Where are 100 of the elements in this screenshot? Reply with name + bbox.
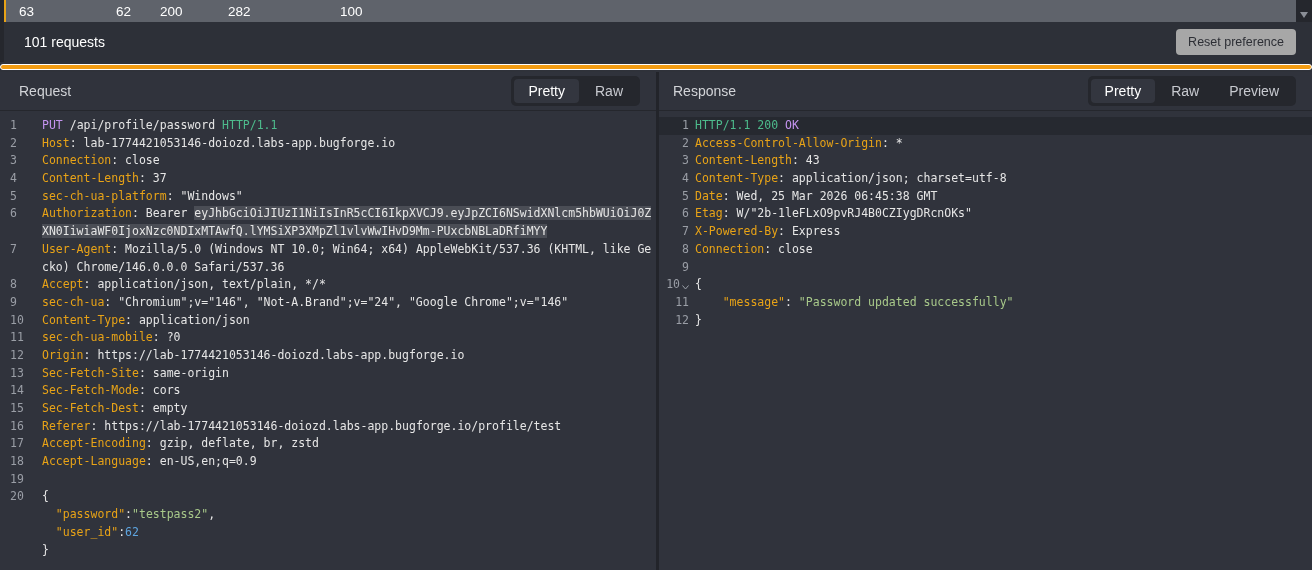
header-name: Sec-Fetch-Dest <box>42 401 139 415</box>
line-number: 1 <box>682 117 689 134</box>
code-text: : application/json, text/plain, */* <box>83 277 326 292</box>
code-text: , <box>208 507 216 522</box>
code-text: /api/profile/password <box>68 118 217 132</box>
header-name: Sec-Fetch-Mode <box>42 383 139 398</box>
scroll-down-icon[interactable] <box>1300 12 1308 18</box>
view-tab[interactable]: Raw <box>581 79 637 103</box>
header-name: Connection <box>42 153 112 168</box>
line-number: 5 <box>10 187 17 205</box>
line-number: 4 <box>682 170 689 188</box>
line-number: 19 <box>10 470 24 488</box>
code-text: : W/"2b-1leFLxO9pvRJ4B0CZIygDRcnOKs" <box>722 206 972 221</box>
table-cell-text: 200 <box>160 3 184 19</box>
code-text: : en-US,en;q=0.9 <box>145 454 257 469</box>
code-text: { <box>695 277 702 292</box>
code-text: : lab-1774421053146-doiozd.labs-app.bugforge.io <box>69 135 396 150</box>
splitter-handle[interactable] <box>0 64 1312 70</box>
http-method: OK <box>785 118 799 132</box>
header-name: Content-Length <box>695 153 792 168</box>
line-number: 11 <box>10 329 24 347</box>
table-row[interactable]: 63 62 200 282 100 <box>4 0 1296 22</box>
code-text: : <box>785 294 793 309</box>
table-cell-text: 282 <box>228 3 252 19</box>
header-name: sec-ch-ua-platform <box>42 188 167 203</box>
view-tab[interactable]: Pretty <box>514 79 579 103</box>
code-text: : 37 <box>138 171 167 186</box>
json-string: "Password updated successfully" <box>798 294 1014 309</box>
json-string: "testpass2" <box>132 507 209 522</box>
line-number: 13 <box>10 364 24 382</box>
line-number: 6 <box>10 205 17 223</box>
line-number: 16 <box>10 417 24 435</box>
line-number: 5 <box>682 187 689 205</box>
selected-text: XN0IiwiaWF0IjoxNzc0NDIxMTAwfQ.lYMSiXP3XMpZl1vlvWwIHvD9Mm-PUxcbNBLaDRfiMYY <box>42 224 548 239</box>
line-number: 1 <box>10 117 17 134</box>
code-text: : Mozilla/5.0 (Windows NT 10.0; Win64; x64) AppleWebKit/537.36 (KHTML, like Ge <box>111 241 652 256</box>
code-text: : ?0 <box>152 330 181 345</box>
header-name: Content-Type <box>42 312 126 327</box>
header-name: Etag <box>695 206 723 221</box>
line-number: 18 <box>10 453 24 471</box>
code-text: } <box>695 312 702 327</box>
table-cell-text: 62 <box>116 3 133 19</box>
header-name: Authorization <box>42 206 132 221</box>
code-text: : <box>118 524 126 539</box>
line-number: 9 <box>10 293 17 311</box>
http-method: PUT <box>42 118 63 132</box>
header-name: sec-ch-ua-mobile <box>42 330 153 345</box>
reset-preference-button[interactable]: Reset preference <box>1176 29 1296 55</box>
line-number: 2 <box>10 134 17 152</box>
code-text: : close <box>764 241 813 256</box>
header-name: sec-ch-ua <box>42 294 105 309</box>
line-number: 4 <box>10 170 17 188</box>
view-tab[interactable]: Raw <box>1157 79 1214 103</box>
code-text: : empty <box>138 401 188 415</box>
request-count: 101 requests <box>24 34 105 50</box>
http-version: HTTP/1.1 200 <box>695 118 780 132</box>
line-number: 15 <box>10 400 24 417</box>
code-text: : same-origin <box>138 365 229 380</box>
code-text: : * <box>881 135 903 150</box>
json-key: "password" <box>55 507 126 522</box>
code-text: : <box>125 507 133 522</box>
code-text: : Express <box>778 224 841 239</box>
header-name: Accept <box>42 277 84 292</box>
header-name: Content-Length <box>42 171 139 186</box>
line-number: 3 <box>10 152 17 170</box>
table-cell: 100 <box>340 3 363 19</box>
json-number: 62 <box>125 524 139 539</box>
line-number: 10 <box>666 276 680 294</box>
fold-caret-icon[interactable] <box>682 284 689 290</box>
code-text: : https://lab-1774421053146-doiozd.labs-app.bugforge.io/profile/test <box>90 418 562 433</box>
json-key: "message" <box>722 294 785 309</box>
view-tab[interactable]: Pretty <box>1090 79 1156 103</box>
code-text: : close <box>111 153 160 168</box>
line-number: 6 <box>682 205 689 223</box>
header-name: Date <box>695 188 723 203</box>
code-text: : application/json; charset=utf-8 <box>778 171 1007 186</box>
table-cell-text: 63 <box>19 3 36 19</box>
line-number: 7 <box>10 240 17 258</box>
line-number: 7 <box>682 223 689 241</box>
selected-text: eyJhbGciOiJIUzI1NiIsInR5cCI6IkpXVCJ9.eyJpZCI6NSwidXNlcm5hbWUiOiJ0Z <box>194 206 652 221</box>
code-text: : cors <box>138 383 181 398</box>
header-name: Access-Control-Allow-Origin <box>695 135 882 150</box>
line-number: 11 <box>675 293 689 311</box>
view-tab[interactable]: Preview <box>1215 79 1293 103</box>
header-name: User-Agent <box>42 241 112 256</box>
line-number: 8 <box>682 240 689 258</box>
code-text: : application/json <box>125 312 250 327</box>
code-text: : Bearer <box>132 206 189 221</box>
header-name: Connection <box>695 241 765 256</box>
http-version: HTTP/1.1 <box>222 118 278 132</box>
code-text: { <box>42 489 49 504</box>
header-name: Accept-Encoding <box>42 436 146 451</box>
line-number: 12 <box>10 346 24 364</box>
line-number: 8 <box>10 276 17 294</box>
header-name: Content-Type <box>695 171 779 186</box>
panel-title: Response <box>673 83 737 99</box>
code-text: : gzip, deflate, br, zstd <box>145 436 319 451</box>
line-number: 3 <box>682 152 689 170</box>
line-number: 20 <box>10 488 24 506</box>
line-number: 2 <box>682 134 689 152</box>
